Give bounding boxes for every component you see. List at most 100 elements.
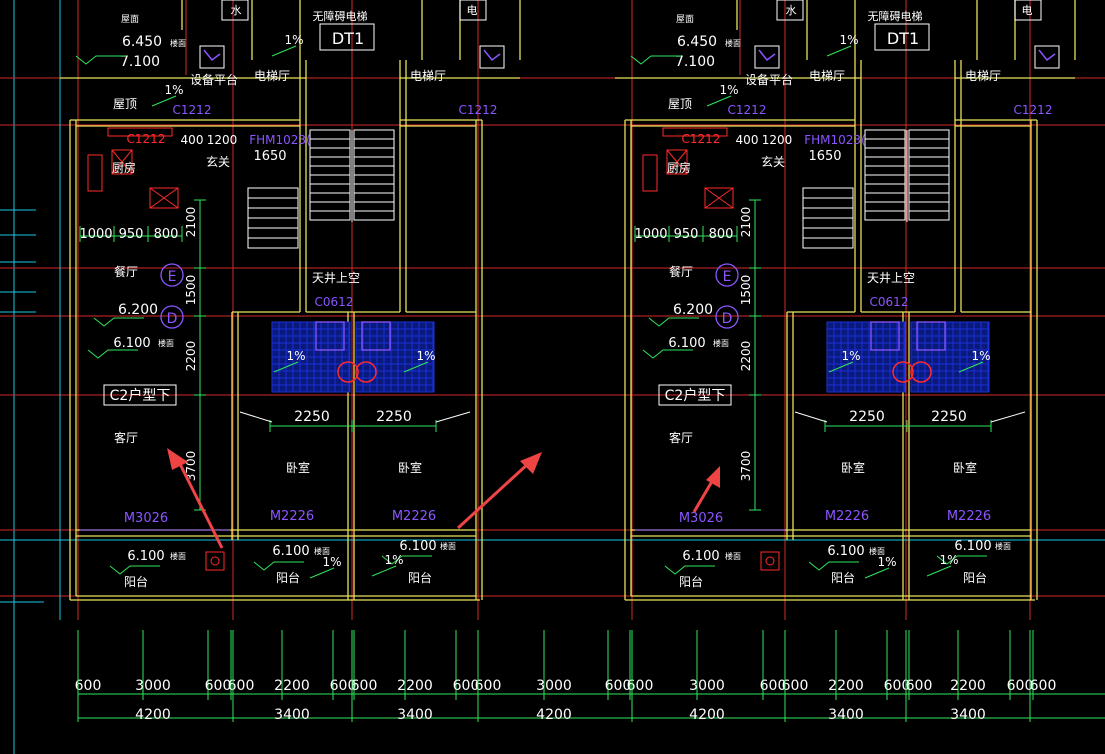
bottom-dim-row2: 3400 (274, 707, 310, 723)
kitchen-label: 厨房 (112, 160, 136, 175)
dim-800: 800 (154, 227, 179, 242)
bottom-dim-row1: 3000 (536, 678, 572, 694)
dim-1000: 1000 (79, 227, 112, 242)
balcony-height-b: 6.100 (827, 544, 864, 559)
bedroom-label-2: 卧室 (953, 460, 977, 475)
slope-arrow-line (826, 45, 852, 57)
dim-1000: 1000 (634, 227, 667, 242)
slope-label: 1% (286, 349, 305, 363)
height-6100-label: 6.100 (113, 336, 150, 351)
elevator-label: 无障碍电梯 (868, 9, 923, 23)
cad-floor-plan: 屋面6.450 楼面7.100水 无障碍电梯DT1电设备平台 电梯厅 电梯厅1%屋顶1%… (0, 0, 1105, 754)
bedroom-label-2: 卧室 (398, 460, 422, 475)
bottom-dim-row1: 600 (627, 678, 654, 694)
stair (309, 129, 351, 221)
balcony-label-2: 阳台 (831, 570, 855, 585)
height-6450-label: 6.450 (122, 34, 162, 50)
balcony-suffix-c: 楼面 (995, 541, 1011, 551)
bottom-dim-row2: 4200 (689, 707, 725, 723)
level-triangle (87, 349, 138, 359)
balcony-drain-c (210, 556, 220, 566)
dim-strip-upper: 1000 950 800 (79, 226, 183, 242)
dim-2200: 2200 (739, 341, 753, 372)
window-c1212-label: C1212 (728, 103, 767, 117)
bedroom-label-1: 卧室 (841, 460, 865, 475)
drain-icon (758, 49, 776, 62)
dim-1650: 1650 (808, 149, 841, 164)
skylight-label: 天井上空 (867, 271, 915, 285)
balcony-level-a (109, 565, 160, 575)
slope-arrow-line (309, 567, 335, 579)
slope-arrow-line (371, 565, 397, 577)
dim-800: 800 (709, 227, 734, 242)
living-label: 客厅 (114, 430, 138, 445)
dim-2250-a: 2250 (294, 409, 330, 425)
balcony-height-b: 6.100 (272, 544, 309, 559)
axis-e-label: E (168, 269, 177, 285)
balcony-drain-c (765, 556, 775, 566)
bottom-dim-row1: 600 (475, 678, 502, 694)
balcony-level-a (664, 565, 715, 575)
level-mark-top (75, 55, 126, 65)
roof-top-label: 屋顶 (668, 97, 692, 111)
level-mark-top (630, 55, 681, 65)
elevator-hall-label-2: 电梯厅 (410, 69, 446, 83)
dining-label: 餐厅 (114, 264, 138, 279)
drain-icon-2 (1038, 49, 1056, 62)
units-layer: 屋面6.450 楼面7.100水 无障碍电梯DT1电设备平台 电梯厅 电梯厅1%屋顶1%… (60, 0, 1076, 601)
bottom-dim-row2: 3400 (397, 707, 433, 723)
slope-label: 1% (384, 553, 403, 567)
balcony-label-1: 阳台 (679, 574, 703, 589)
level-triangle (664, 565, 715, 575)
slope-label: 1% (971, 349, 990, 363)
slope-top: 1% (271, 33, 304, 57)
door-m3026-label: M3026 (679, 511, 723, 526)
dim-2250-b: 2250 (931, 409, 967, 425)
stair (353, 129, 395, 221)
slope-label: 1% (416, 349, 435, 363)
bottom-dim-row1: 2200 (274, 678, 310, 694)
height-6200-label: 6.200 (118, 302, 158, 318)
level-triangle (808, 561, 859, 571)
balcony-drain (205, 551, 225, 571)
slope-label: 1% (841, 349, 860, 363)
stair (908, 129, 950, 221)
balcony-label-2: 阳台 (276, 570, 300, 585)
window-c1212-label-2: C1212 (1014, 103, 1053, 117)
level-triangle (648, 317, 699, 327)
entry-label: 玄关 (206, 154, 230, 169)
dim-1650: 1650 (253, 149, 286, 164)
slope-label: 1% (164, 83, 183, 97)
dim-1500: 1500 (739, 275, 753, 306)
balcony-level-b (808, 561, 859, 571)
window-c1212-label-2: C1212 (459, 103, 498, 117)
slope-label: 1% (322, 555, 341, 569)
bottom-dim-row1: 600 (906, 678, 933, 694)
bottom-dim-row1: 600 (1030, 678, 1057, 694)
level-mark-6100 (87, 349, 138, 359)
level-triangle (109, 565, 160, 575)
kitchen-window-label: C1212 (127, 132, 166, 146)
dim-2100: 2100 (739, 207, 753, 238)
dim-400: 400 (181, 133, 204, 147)
level-triangle (93, 317, 144, 327)
bottom-dim-row2: 3400 (950, 707, 986, 723)
arrow-2 (456, 452, 542, 530)
dim-400: 400 (736, 133, 759, 147)
height-suffix: 楼面 (725, 38, 741, 48)
slope-balcony-1: 1% (864, 555, 897, 579)
slope-top: 1% (826, 33, 859, 57)
stair (864, 129, 906, 221)
balcony-label-3: 阳台 (408, 570, 432, 585)
bottom-dim-row2: 3400 (828, 707, 864, 723)
drain-box (199, 45, 225, 69)
dim-950: 950 (674, 227, 699, 242)
slope-label: 1% (719, 83, 738, 97)
dim-1200: 1200 (762, 133, 793, 147)
balcony-height-c: 6.100 (954, 539, 991, 554)
dim-3700: 3700 (739, 451, 753, 482)
arrow-3 (692, 466, 720, 513)
equipment-label: 设备平台 (745, 72, 793, 87)
water-label: 水 (786, 4, 797, 17)
slope-balcony-1: 1% (309, 555, 342, 579)
